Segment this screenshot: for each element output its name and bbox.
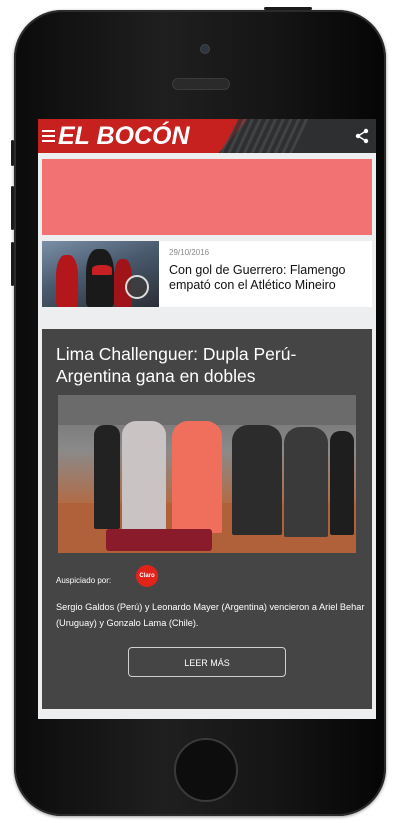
featured-title[interactable]: Lima Challenguer: Dupla Perú- Argentina … [56, 343, 366, 387]
earpiece-speaker [172, 78, 230, 90]
power-button [264, 7, 312, 10]
player-figure [86, 249, 114, 307]
news-headline[interactable]: Con gol de Guerrero: Flamengo empató con… [169, 263, 369, 293]
front-camera [200, 44, 210, 54]
featured-photo[interactable] [58, 395, 356, 553]
volume-down-button [11, 242, 14, 286]
news-date: 29/10/2016 [169, 248, 210, 257]
photo-person [122, 421, 166, 531]
featured-article: Lima Challenguer: Dupla Perú- Argentina … [42, 329, 372, 709]
ad-banner[interactable] [42, 159, 372, 235]
trophy-table [106, 529, 212, 551]
read-more-button[interactable]: LEER MÁS [128, 647, 286, 677]
volume-up-button [11, 186, 14, 230]
photo-person [94, 425, 120, 529]
featured-description: Sergio Galdos (Perú) y Leonardo Mayer (A… [56, 602, 365, 628]
share-icon[interactable] [354, 128, 370, 144]
photo-person [172, 421, 222, 533]
app-screen: EL BOCÓN 29/10/2016 Con gol de Guerrero:… [38, 119, 376, 719]
player-figure [56, 255, 78, 307]
photo-person [284, 427, 328, 537]
sponsor-logo[interactable]: Claro [136, 565, 158, 587]
play-icon[interactable] [125, 275, 149, 299]
home-button[interactable] [174, 738, 238, 802]
news-thumbnail[interactable] [42, 241, 159, 307]
player-figure [92, 265, 112, 275]
app-header: EL BOCÓN [38, 119, 376, 153]
photo-person [330, 431, 354, 535]
photo-person [232, 425, 282, 535]
mute-switch [11, 140, 14, 166]
app-logo[interactable]: EL BOCÓN [58, 122, 190, 150]
news-list-item[interactable]: 29/10/2016 Con gol de Guerrero: Flamengo… [42, 241, 372, 307]
sponsor-label: Auspiciado por: [56, 576, 112, 585]
menu-icon[interactable] [42, 130, 55, 142]
